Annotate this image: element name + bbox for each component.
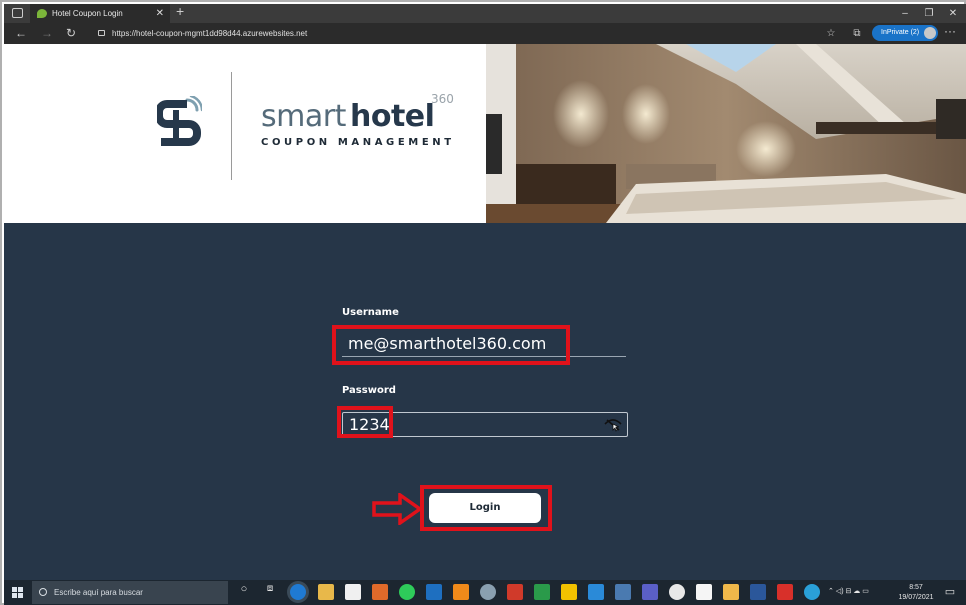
avatar [924, 27, 936, 39]
tab-close-icon[interactable]: ✕ [156, 4, 164, 23]
smarthotel-logo-icon [157, 96, 202, 146]
search-icon [39, 588, 47, 596]
vmware-icon[interactable] [426, 584, 442, 600]
show-password-eye-icon[interactable] [604, 416, 622, 433]
browser-toolbar: ← → ↻ https://hotel-coupon-mgmt1dd98d44.… [4, 23, 966, 44]
file-explorer-icon[interactable] [318, 584, 334, 600]
app-yellow-icon[interactable] [723, 584, 739, 600]
windows-start-icon[interactable] [12, 587, 24, 599]
chrome-icon[interactable] [669, 584, 685, 600]
more-menu-icon[interactable]: ··· [944, 24, 956, 38]
git-icon[interactable] [507, 584, 523, 600]
inprivate-button[interactable]: InPrivate (2) [872, 25, 938, 41]
page-header: smart hotel 360 COUPON MANAGEMENT [4, 44, 966, 223]
browser-tab-strip: Hotel Coupon Login ✕ + – ❐ ✕ [4, 3, 966, 23]
inprivate-label: InPrivate (2) [881, 29, 920, 36]
header-divider [231, 72, 232, 180]
minimize-icon[interactable]: – [892, 4, 918, 23]
word-icon[interactable] [750, 584, 766, 600]
app-orange-icon[interactable] [453, 584, 469, 600]
system-tray-icons[interactable]: ⌃ ◁) ⊟ ☁ ▭ [828, 587, 888, 597]
whatsapp-icon[interactable] [399, 584, 415, 600]
username-label: Username [342, 307, 399, 318]
forward-icon[interactable]: → [38, 25, 56, 42]
brand-name-light: smart [261, 99, 346, 134]
window-close-icon[interactable]: ✕ [940, 4, 966, 23]
app-green-icon[interactable] [534, 584, 550, 600]
tab-title: Hotel Coupon Login [52, 9, 123, 18]
edge-icon[interactable] [290, 584, 306, 600]
teams-icon[interactable] [642, 584, 658, 600]
vscode-icon[interactable] [588, 584, 604, 600]
browser-tab[interactable]: Hotel Coupon Login ✕ [30, 4, 170, 23]
screenshot-frame: Hotel Coupon Login ✕ + – ❐ ✕ ← → ↻ https… [0, 0, 966, 605]
address-bar[interactable]: https://hotel-coupon-mgmt1dd98d44.azurew… [94, 25, 824, 42]
lock-icon [98, 30, 105, 36]
restore-icon[interactable]: ❐ [916, 4, 942, 23]
clock-time: 8:57 [909, 584, 923, 591]
collections-icon[interactable]: ⧉ [848, 25, 866, 42]
favicon-icon [37, 9, 47, 18]
windows-taskbar: Escribe aquí para buscar ○ ⧈ ⌃ ◁) ⊟ ☁ ▭ … [4, 580, 966, 605]
brand-subtitle: COUPON MANAGEMENT [261, 137, 455, 148]
username-highlight [332, 325, 570, 365]
taskbar-search-box[interactable]: Escribe aquí para buscar [32, 581, 228, 604]
url-text: https://hotel-coupon-mgmt1dd98d44.azurew… [112, 29, 308, 38]
back-icon[interactable]: ← [12, 25, 30, 42]
clock-date: 19/07/2021 [898, 594, 934, 601]
brand-name-bold: hotel [350, 99, 435, 134]
app-blue-icon[interactable] [615, 584, 631, 600]
search-placeholder: Escribe aquí para buscar [54, 588, 143, 597]
cortana-icon[interactable]: ○ [236, 583, 252, 595]
task-view-icon[interactable]: ⧈ [262, 583, 278, 594]
login-panel: Username me@smarthotel360.com Password 1… [4, 223, 966, 580]
brand-superscript: 360 [431, 92, 454, 106]
notifications-icon[interactable]: ▭ [942, 585, 958, 598]
refresh-icon[interactable]: ↻ [62, 25, 80, 42]
acrobat-icon[interactable] [777, 584, 793, 600]
password-label: Password [342, 385, 396, 396]
media-player-icon[interactable] [372, 584, 388, 600]
password-highlight [337, 406, 393, 438]
app-globe-icon[interactable] [480, 584, 496, 600]
arrow-pointer-icon [372, 493, 424, 525]
telegram-icon[interactable] [804, 584, 820, 600]
typora-icon[interactable] [696, 584, 712, 600]
login-highlight [420, 485, 552, 531]
hotel-room-photo [486, 44, 966, 223]
new-tab-button[interactable]: + [176, 3, 184, 19]
taskbar-clock[interactable]: 8:57 19/07/2021 [896, 583, 936, 603]
store-icon[interactable] [345, 584, 361, 600]
power-bi-icon[interactable] [561, 584, 577, 600]
favorites-icon[interactable]: ☆ [822, 25, 840, 42]
tab-actions-icon[interactable] [12, 8, 23, 18]
